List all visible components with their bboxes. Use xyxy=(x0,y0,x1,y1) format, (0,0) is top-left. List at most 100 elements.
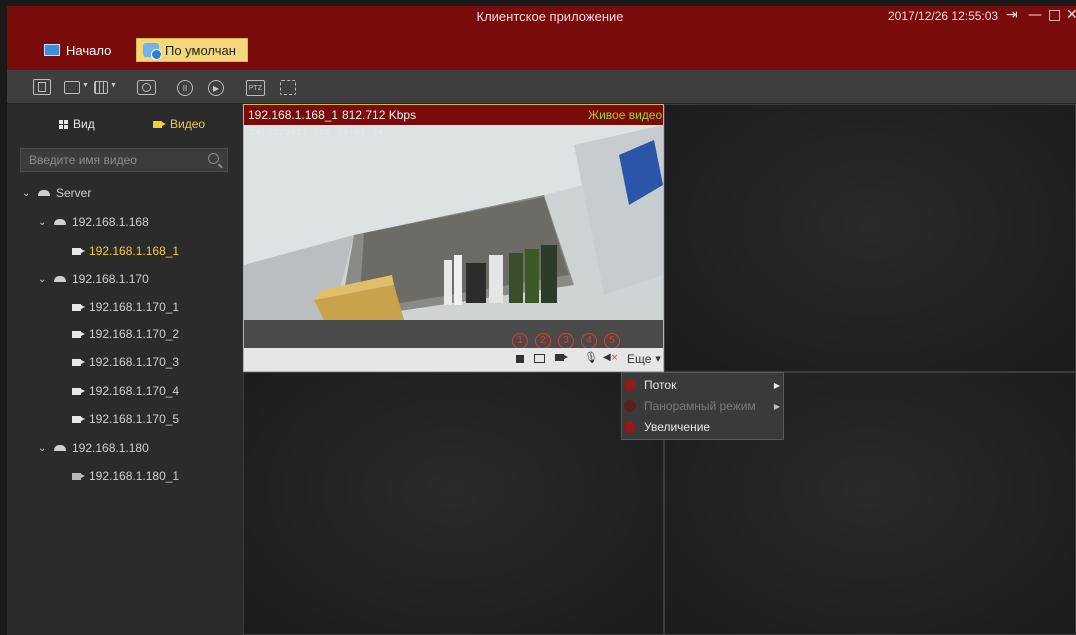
chevron-down-icon[interactable]: ⌄ xyxy=(22,188,32,199)
device-icon xyxy=(54,219,66,225)
chevron-down-icon[interactable]: ⌄ xyxy=(38,217,48,228)
toolbar xyxy=(7,70,1076,104)
camera-icon xyxy=(72,330,85,338)
camera-icon xyxy=(72,247,85,255)
tree-item-camera[interactable]: 192.168.1.170_2 xyxy=(72,325,179,343)
device-icon xyxy=(54,276,66,282)
mute-icon[interactable]: ◀ × xyxy=(603,352,618,363)
layout-grid-icon[interactable] xyxy=(94,81,108,94)
video-cell-3[interactable] xyxy=(243,372,664,635)
chevron-down-icon[interactable]: ⌄ xyxy=(38,443,48,454)
camera-icon xyxy=(72,387,85,395)
monitor-icon xyxy=(44,44,60,56)
video-name: 192.168.1.168_1 xyxy=(248,108,339,122)
tree-item-label: 192.168.1.170_1 xyxy=(89,300,180,314)
marker-5: 5 xyxy=(604,333,620,349)
tree-item-label: 192.168.1.170_3 xyxy=(89,355,180,369)
chevron-down-icon[interactable]: ▼ xyxy=(110,82,117,89)
fullscreen-icon[interactable] xyxy=(280,80,296,95)
search-box xyxy=(20,148,228,172)
close-icon[interactable]: ✕ xyxy=(1066,7,1076,23)
camera-icon xyxy=(153,120,166,128)
search-icon[interactable] xyxy=(208,153,219,164)
tab-home[interactable]: Начало xyxy=(38,38,117,62)
marker-badge xyxy=(624,379,636,391)
tab-video[interactable]: Видео xyxy=(153,117,205,131)
chevron-down-icon[interactable]: ▼ xyxy=(82,82,89,89)
camera-icon xyxy=(72,415,85,423)
marker-2: 2 xyxy=(535,333,551,349)
more-button[interactable]: Еще ▼ xyxy=(627,352,661,366)
rotate-view-icon[interactable] xyxy=(33,79,51,95)
camera-feed xyxy=(244,125,663,348)
tree-item-label: 192.168.1.180_1 xyxy=(89,469,180,483)
tree-item-label: 192.168.1.170 xyxy=(72,272,149,286)
tree-item-server[interactable]: ⌄ Server xyxy=(22,184,91,202)
marker-badge xyxy=(624,400,636,412)
logout-icon[interactable]: ⇥ xyxy=(1006,7,1018,23)
tree-item-camera[interactable]: 192.168.1.170_3 xyxy=(72,353,179,371)
pause-icon[interactable]: II xyxy=(177,80,193,96)
menu-item-label: Поток xyxy=(644,378,677,392)
menu-item-zoom[interactable]: Увеличение xyxy=(624,418,780,436)
tree-item-label: 192.168.1.170_2 xyxy=(89,327,180,341)
settings-icon xyxy=(143,43,162,60)
tab-view[interactable]: Вид xyxy=(59,117,95,131)
server-icon xyxy=(38,190,50,196)
tab-video-label: Видео xyxy=(170,117,206,131)
search-input[interactable] xyxy=(21,149,199,171)
live-status: Живое видео xyxy=(588,108,663,122)
tree-item-label: 192.168.1.180 xyxy=(72,441,149,455)
snapshot-icon[interactable] xyxy=(137,80,156,95)
camera-offline-icon xyxy=(72,472,85,480)
tree-item-camera[interactable]: 192.168.1.180_1 xyxy=(72,467,179,485)
video-timestamp: 26/12/2017 TUE 10:07:34 xyxy=(250,128,384,137)
snapshot-icon[interactable] xyxy=(534,354,545,363)
tree-item-label: 192.168.1.168_1 xyxy=(89,244,180,258)
more-label: Еще xyxy=(627,352,652,366)
tree-item-camera[interactable]: 192.168.1.168_1 xyxy=(72,242,179,260)
tree-item-camera[interactable]: 192.168.1.170_5 xyxy=(72,410,179,428)
camera-icon xyxy=(72,303,85,311)
tree-item-camera[interactable]: 192.168.1.170_4 xyxy=(72,382,179,400)
video-controls xyxy=(244,348,663,371)
tab-default-label: По умолчан xyxy=(165,42,236,58)
menu-item-stream[interactable]: Поток ▶ xyxy=(624,376,780,394)
record-icon[interactable] xyxy=(555,354,568,361)
chevron-down-icon[interactable]: ⌄ xyxy=(38,274,48,285)
tree-item-group[interactable]: ⌄ 192.168.1.168 xyxy=(38,213,149,231)
menu-item-label: Панорамный режим xyxy=(644,399,756,413)
menu-item-label: Увеличение xyxy=(644,420,711,434)
marker-1: 1 xyxy=(512,333,528,349)
play-icon[interactable]: ▶ xyxy=(208,80,224,96)
menu-item-panorama: Панорамный режим ▶ xyxy=(624,397,780,415)
tree-item-group[interactable]: ⌄ 192.168.1.170 xyxy=(38,270,149,288)
video-bitrate: 812.712 Kbps xyxy=(342,108,417,122)
tree-item-label: 192.168.1.170_4 xyxy=(89,384,180,398)
tab-view-label: Вид xyxy=(73,117,95,131)
maximize-icon[interactable]: □ xyxy=(1048,7,1061,23)
datetime: 2017/12/26 12:55:03 xyxy=(888,9,999,23)
camera-icon xyxy=(72,358,85,366)
video-cell-2[interactable] xyxy=(664,104,1076,372)
tree-item-label: 192.168.1.168 xyxy=(72,215,149,229)
chevron-right-icon: ▶ xyxy=(773,380,780,390)
device-icon xyxy=(54,445,66,451)
marker-badge xyxy=(624,421,636,433)
tree-item-camera[interactable]: 192.168.1.170_1 xyxy=(72,298,179,316)
grid-icon xyxy=(59,119,68,129)
stop-icon[interactable] xyxy=(516,355,524,363)
tree-item-group[interactable]: ⌄ 192.168.1.180 xyxy=(38,439,149,457)
ptz-icon[interactable]: PTZ xyxy=(246,80,265,96)
chevron-right-icon: ▶ xyxy=(773,401,780,411)
tab-default[interactable]: По умолчан xyxy=(136,38,248,62)
tree-item-label: 192.168.1.170_5 xyxy=(89,412,180,426)
minimize-icon[interactable]: — xyxy=(1028,7,1042,23)
window-title: Клиентское приложение xyxy=(476,9,624,24)
tree-item-label: Server xyxy=(56,186,92,200)
single-view-icon[interactable] xyxy=(64,81,80,94)
marker-4: 4 xyxy=(581,333,597,349)
tab-home-label: Начало xyxy=(66,42,112,58)
microphone-icon[interactable]: 🎙 xyxy=(584,351,598,364)
marker-3: 3 xyxy=(558,333,574,349)
